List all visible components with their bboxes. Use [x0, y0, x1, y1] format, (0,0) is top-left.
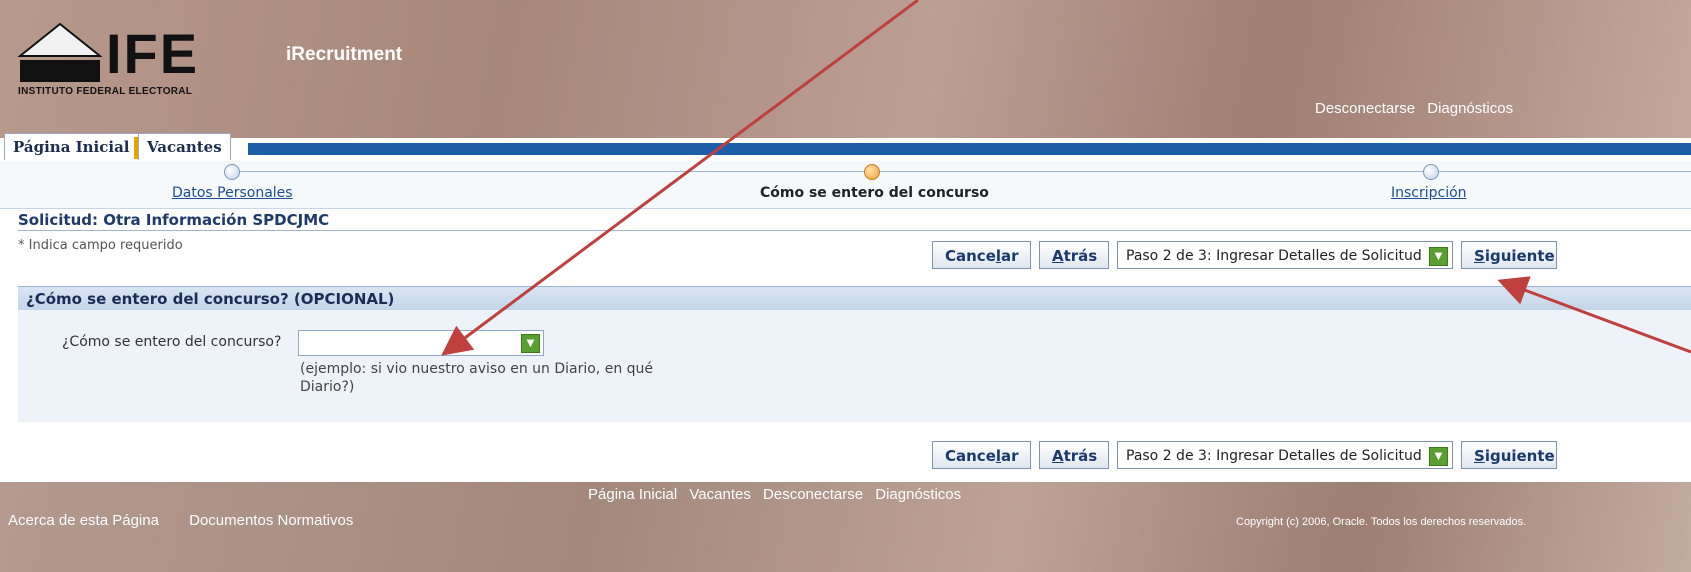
about-page-link[interactable]: Acerca de esta Página — [8, 512, 159, 529]
required-note-text: Indica campo requerido — [28, 238, 183, 253]
next-label-key: S — [1474, 447, 1485, 465]
normative-docs-link[interactable]: Documentos Normativos — [189, 512, 353, 529]
cancel-label-2: ar — [1001, 447, 1019, 465]
footer-link-vacancies[interactable]: Vacantes — [689, 486, 750, 503]
back-button[interactable]: Atrás — [1039, 241, 1109, 269]
logout-link[interactable]: Desconectarse — [1315, 100, 1415, 117]
tab-vacancies[interactable]: Vacantes — [138, 133, 231, 160]
page-title: Solicitud: Otra Información SPDCJMC — [18, 211, 330, 229]
cancel-label-1: Cance — [945, 247, 996, 265]
section-header: ¿Cómo se entero del concurso? (OPCIONAL) — [18, 286, 1691, 310]
logo-text: IFE — [106, 22, 200, 85]
logo-triangle-icon — [18, 22, 102, 82]
step-select-bottom[interactable]: Paso 2 de 3: Ingresar Detalles de Solici… — [1117, 441, 1453, 469]
chevron-down-icon: ▼ — [521, 334, 540, 353]
train-step-1-icon[interactable] — [224, 164, 240, 180]
footer-link-logout[interactable]: Desconectarse — [763, 486, 863, 503]
footer-link-home[interactable]: Página Inicial — [588, 486, 677, 503]
process-train: Datos Personales Cómo se entero del conc… — [0, 161, 1691, 209]
title-divider — [18, 230, 1691, 231]
back-label-rest: trás — [1063, 447, 1098, 465]
field-label: ¿Cómo se entero del concurso? — [62, 334, 282, 350]
next-label-rest: iguiente — [1484, 247, 1555, 265]
ife-logo: IFE INSTITUTO FEDERAL ELECTORAL — [18, 22, 248, 102]
back-button-bottom[interactable]: Atrás — [1039, 441, 1109, 469]
footer-left-links: Acerca de esta Página Documentos Normati… — [8, 512, 379, 529]
train-step-3-icon[interactable] — [1423, 164, 1439, 180]
cancel-label-1: Cance — [945, 447, 996, 465]
cancel-button-bottom[interactable]: Cancelar — [932, 441, 1031, 469]
train-step-2-icon — [864, 164, 880, 180]
train-step-datos-personales[interactable]: Datos Personales — [172, 185, 293, 201]
chevron-down-icon: ▼ — [1429, 447, 1448, 466]
cancel-label-2: ar — [1001, 247, 1019, 265]
diagnostics-link[interactable]: Diagnósticos — [1427, 100, 1513, 117]
copyright: Copyright (c) 2006, Oracle. Todos los de… — [1236, 516, 1527, 528]
chevron-down-icon: ▼ — [1429, 247, 1448, 266]
tab-home[interactable]: Página Inicial — [4, 133, 139, 160]
section-body — [18, 310, 1691, 422]
app-name: iRecruitment — [286, 44, 403, 65]
next-label-key: S — [1474, 247, 1485, 265]
required-note: * Indica campo requerido — [18, 238, 183, 253]
footer-links: Página Inicial Vacantes Desconectarse Di… — [588, 486, 969, 503]
tab-bar — [248, 143, 1691, 155]
train-line — [238, 171, 1691, 172]
train-step-current: Cómo se entero del concurso — [760, 185, 989, 201]
cancel-button[interactable]: Cancelar — [932, 241, 1031, 269]
next-label-rest: iguiente — [1484, 447, 1555, 465]
field-hint: (ejemplo: si vio nuestro aviso en un Dia… — [300, 361, 654, 395]
header-banner — [0, 0, 1691, 138]
back-label-rest: trás — [1063, 247, 1098, 265]
global-links: Desconectarse Diagnósticos — [1315, 100, 1521, 117]
next-button[interactable]: Siguiente — [1461, 241, 1557, 269]
how-heard-select[interactable]: ▼ — [298, 330, 544, 356]
required-marker: * — [18, 238, 25, 253]
step-select-value: Paso 2 de 3: Ingresar Detalles de Solici… — [1126, 248, 1422, 264]
next-button-bottom[interactable]: Siguiente — [1461, 441, 1557, 469]
tab-strip: Página Inicial Vacantes — [0, 133, 1691, 161]
back-label-key: A — [1052, 447, 1064, 465]
step-select[interactable]: Paso 2 de 3: Ingresar Detalles de Solici… — [1117, 241, 1453, 269]
back-label-key: A — [1052, 247, 1064, 265]
train-step-inscripcion[interactable]: Inscripción — [1391, 185, 1467, 201]
footer-link-diagnostics[interactable]: Diagnósticos — [875, 486, 961, 503]
step-select-value: Paso 2 de 3: Ingresar Detalles de Solici… — [1126, 448, 1422, 464]
logo-subtitle: INSTITUTO FEDERAL ELECTORAL — [18, 86, 193, 97]
